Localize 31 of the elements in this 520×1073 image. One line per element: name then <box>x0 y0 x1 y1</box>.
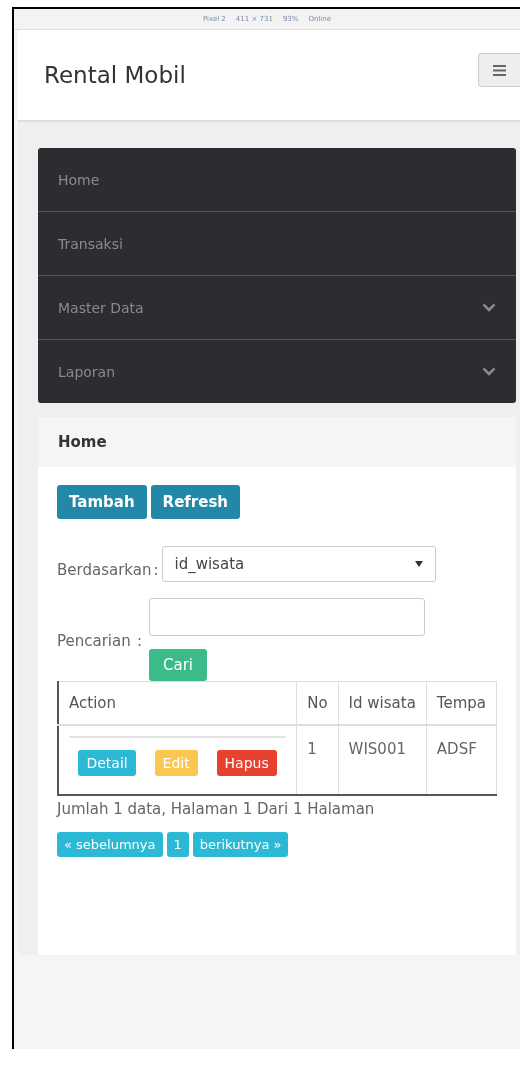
search-button[interactable]: Cari <box>149 649 207 681</box>
filter-label: Berdasarkan <box>57 561 152 579</box>
pagination-link[interactable]: « sebelumnya <box>57 832 163 857</box>
pagination-link[interactable]: 1 <box>166 832 189 857</box>
detail-button[interactable]: Detail <box>78 750 136 776</box>
menu-item[interactable]: Laporan <box>38 339 516 403</box>
colon-label: : <box>153 561 159 579</box>
column-header: No <box>296 681 339 725</box>
filter-select[interactable]: id_wisata <box>161 546 436 582</box>
column-header: Tempa <box>426 681 497 725</box>
pagination-link[interactable]: berikutnya » <box>192 832 289 857</box>
panel-title: Home <box>58 433 107 451</box>
column-header: Action <box>58 681 297 725</box>
search-input[interactable] <box>149 598 425 636</box>
table-cell: ADSF <box>426 725 497 795</box>
menu-toggle-button[interactable] <box>478 53 520 87</box>
column-header: Id wisata <box>338 681 427 725</box>
colon-label: : <box>137 632 144 650</box>
table-cell: WIS001 <box>338 725 427 795</box>
table-cell: 1 <box>296 725 339 795</box>
pagination-summary: Jumlah 1 data, Halaman 1 Dari 1 Halaman <box>57 800 376 818</box>
dropdown-caret-icon <box>414 561 423 567</box>
brand-title[interactable]: Rental Mobil <box>44 62 186 88</box>
menu-icon <box>493 64 506 76</box>
menu-item[interactable]: Transaksi <box>38 211 516 275</box>
add-button[interactable]: Tambah <box>57 485 147 519</box>
menu-item[interactable]: Master Data <box>38 275 516 339</box>
delete-button[interactable]: Hapus <box>216 750 277 776</box>
menu-item[interactable]: Home <box>38 148 516 211</box>
search-label: Pencarian <box>57 632 132 650</box>
refresh-button[interactable]: Refresh <box>150 485 241 519</box>
